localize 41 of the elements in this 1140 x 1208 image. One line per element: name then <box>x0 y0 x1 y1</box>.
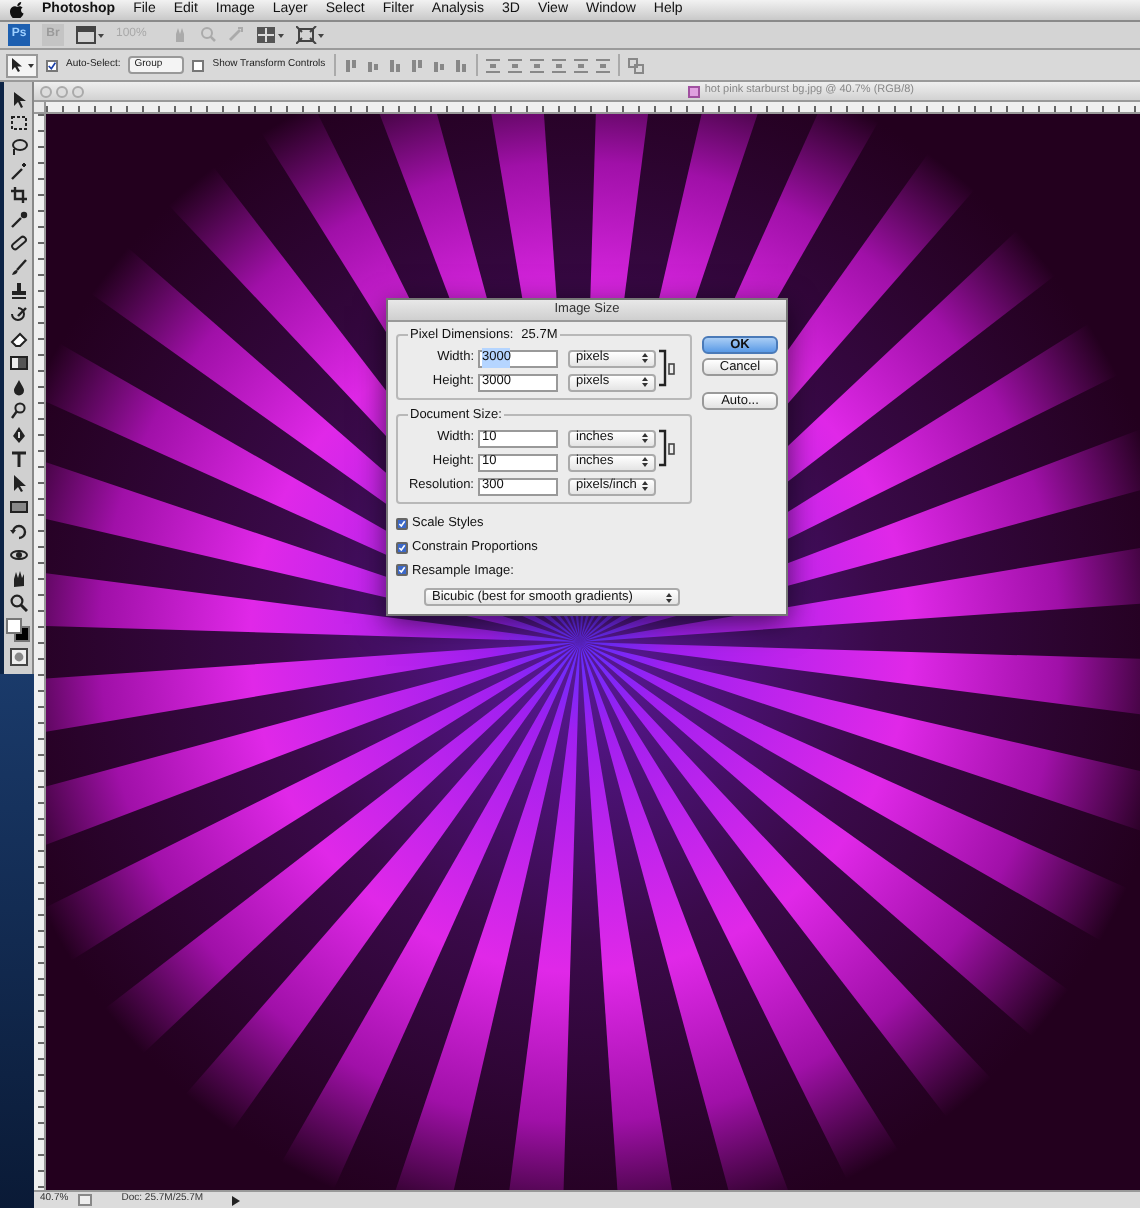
type-tool-icon[interactable] <box>9 450 27 468</box>
path-selection-icon[interactable] <box>9 474 27 492</box>
color-swatches-icon[interactable] <box>6 618 30 642</box>
image-file-icon <box>688 85 701 97</box>
arrange-documents-icon[interactable] <box>256 26 284 44</box>
checkbox[interactable] <box>46 59 58 71</box>
pen-tool-icon[interactable] <box>9 426 27 444</box>
history-brush-icon[interactable] <box>9 306 27 324</box>
checkbox[interactable] <box>396 541 408 554</box>
updown-arrows-icon <box>666 591 672 604</box>
marquee-tool-icon[interactable] <box>9 114 27 132</box>
view-extras-icon[interactable] <box>76 26 104 44</box>
bandage-icon[interactable] <box>9 234 27 252</box>
screen-mode-icon[interactable] <box>296 26 324 44</box>
dodge-icon[interactable] <box>9 402 27 420</box>
magic-wand-icon[interactable] <box>9 162 27 180</box>
drop-icon[interactable] <box>9 378 27 396</box>
updown-arrows-icon <box>642 456 648 468</box>
move-tool-icon[interactable] <box>9 90 27 108</box>
updown-arrows-icon <box>642 432 648 444</box>
updown-arrows-icon <box>642 480 648 492</box>
eraser-icon[interactable] <box>9 330 27 348</box>
zoom-tool-icon[interactable] <box>9 594 27 612</box>
gradient-icon[interactable] <box>9 354 27 372</box>
quick-mask-icon[interactable] <box>9 648 27 666</box>
updown-arrows-icon <box>642 376 648 388</box>
status-info-icon[interactable] <box>78 1194 93 1206</box>
rotate-3d-icon[interactable] <box>9 522 27 540</box>
brush-icon[interactable] <box>9 258 27 276</box>
apple-logo-icon <box>10 2 24 18</box>
tool-preset-picker-icon[interactable] <box>6 53 38 77</box>
lasso-tool-icon[interactable] <box>9 138 27 156</box>
expand-arrow-icon[interactable] <box>232 1195 241 1205</box>
crop-tool-icon[interactable] <box>9 186 27 204</box>
checkbox[interactable] <box>192 59 205 71</box>
rectangle-tool-icon[interactable] <box>9 498 27 516</box>
stamp-icon[interactable] <box>9 282 27 300</box>
eyedropper-icon[interactable] <box>9 210 27 228</box>
checkbox[interactable] <box>396 564 408 577</box>
updown-arrows-icon <box>642 352 648 364</box>
checkbox[interactable] <box>396 517 408 530</box>
